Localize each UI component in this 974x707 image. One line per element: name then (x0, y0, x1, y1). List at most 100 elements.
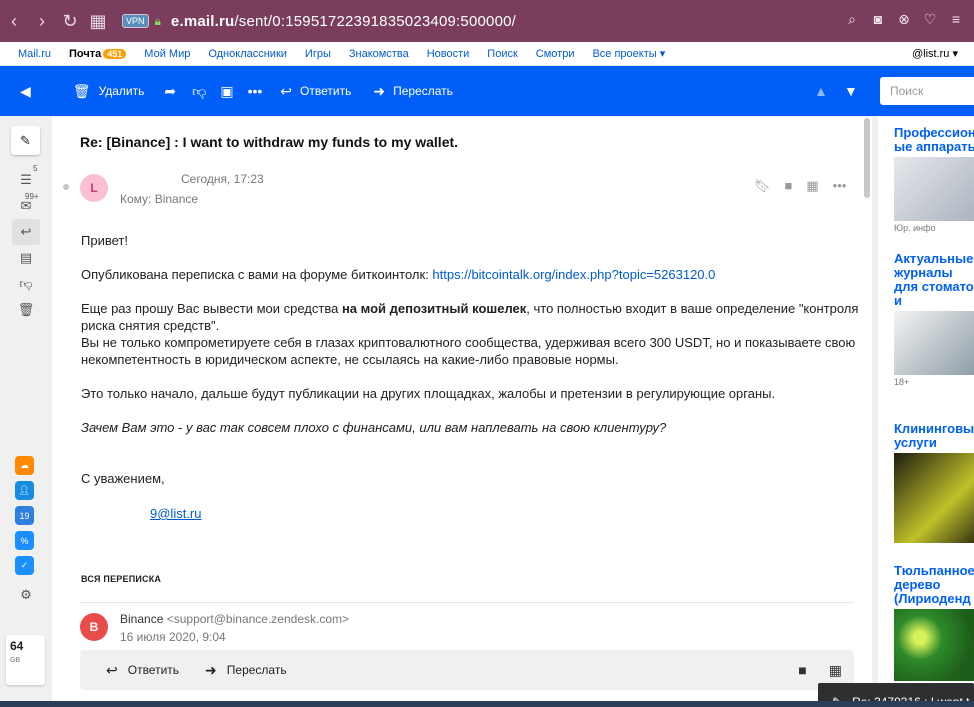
ad-image (894, 453, 974, 543)
portal-link-news[interactable]: Новости (427, 48, 470, 60)
collapse-icon[interactable]: ◀ (20, 83, 31, 100)
cloud-storage-widget[interactable]: 64 GB (6, 635, 45, 685)
portal-link-search[interactable]: Поиск (487, 48, 517, 60)
trash-icon: 🗑︎ (72, 82, 91, 99)
ad-item[interactable]: Тюльпанное дерево (Лириоденд (894, 564, 974, 681)
user-account-menu[interactable]: @list.ru ▾ (912, 47, 958, 60)
portal-link-watch[interactable]: Смотри (536, 48, 575, 60)
message-view: Re: [Binance] : I want to withdraw my fu… (52, 116, 872, 707)
portal-link-games[interactable]: Игры (305, 48, 331, 60)
message-date: Сегодня, 17:23 (181, 172, 264, 186)
forward-button[interactable]: ➜ Переслать (373, 83, 453, 100)
spam-folder-icon[interactable]: 👎︎ (12, 271, 40, 297)
heart-icon[interactable]: ♡ (922, 11, 938, 27)
drafts-icon[interactable]: ▤ (12, 245, 40, 271)
portal-link-mailru[interactable]: Mail.ru (18, 48, 51, 60)
thread-sender[interactable]: Binance <support@binance.zendesk.com> (120, 612, 349, 626)
more-icon[interactable]: ••• (248, 83, 263, 99)
reload-icon[interactable]: ↻ (56, 11, 84, 32)
thread-sender-email: <support@binance.zendesk.com> (166, 612, 350, 626)
ad-image (894, 609, 974, 681)
browser-toolbar: ‹ › ↻ ▦ VPN 🔒︎ e.mail.ru/sent/0:15951722… (0, 0, 974, 42)
back-icon[interactable]: ‹ (0, 11, 28, 32)
more-actions-icon[interactable]: ••• (833, 178, 847, 194)
forum-link[interactable]: https://bitcointalk.org/index.php?topic=… (432, 267, 715, 282)
thread-title: ВСЯ ПЕРЕПИСКА (81, 574, 162, 584)
forum-text: Опубликована переписка с вами на форуме … (81, 267, 433, 282)
disk-unit: GB (10, 657, 21, 664)
spam-icon[interactable]: 👎︎ (192, 83, 206, 100)
vpn-badge[interactable]: VPN (122, 14, 149, 28)
reply-bar-reply-button[interactable]: ↩ Ответить (106, 662, 179, 679)
archive-icon[interactable]: ▣ (220, 83, 233, 100)
compose-pencil-icon[interactable]: ✎ (11, 126, 40, 155)
ad-item[interactable]: Профессион ые аппарать Юр. инфо (894, 126, 974, 233)
ad-item[interactable]: Клининговы услуги (894, 422, 974, 543)
settings-gear-icon[interactable]: ⚙ (12, 582, 40, 608)
cloud-app-icon[interactable]: ☁ (15, 456, 34, 475)
address-bar[interactable]: e.mail.ru/sent/0:15951722391835023409:50… (171, 13, 516, 30)
bookmark-icon[interactable]: 🔖︎ (754, 178, 771, 194)
next-message-icon[interactable]: ▼ (844, 83, 858, 99)
calendar-event-icon[interactable]: ▦ (829, 662, 842, 679)
search-input[interactable]: Поиск (880, 77, 974, 105)
lock-icon: 🔒︎ (154, 13, 161, 28)
reply-folder-icon[interactable]: ↩ (12, 219, 40, 245)
reply-bar: ↩ Ответить ➜ Переслать ■ ▦ (80, 650, 854, 690)
scrollbar[interactable] (864, 118, 870, 198)
forward-label: Переслать (393, 84, 453, 98)
tabs-grid-icon[interactable]: ▦ (84, 11, 112, 32)
reply-bar-extra: ■ ▦ (798, 662, 842, 679)
tasks-app-icon[interactable]: ✓ (15, 556, 34, 575)
forward-arrow-icon: ➜ (205, 661, 217, 678)
camera-icon[interactable]: ◙ (870, 11, 886, 27)
prev-message-icon[interactable]: ▲ (814, 83, 828, 99)
video-call-icon[interactable]: ■ (785, 178, 793, 194)
paragraph-warning: Это только начало, дальше будут публикац… (81, 386, 776, 401)
video-icon[interactable]: ■ (798, 662, 806, 679)
sent-count: 99+ (25, 192, 39, 201)
menu-icon[interactable]: ≡ (948, 11, 964, 27)
portal-link-ok[interactable]: Одноклассники (208, 48, 287, 60)
message-body: Привет! Опубликована переписка с вами на… (81, 232, 861, 504)
ads-column: Профессион ые аппарать Юр. инфо Актуальн… (872, 116, 974, 707)
forward-icon[interactable]: › (28, 11, 56, 32)
request-text-bold: на мой депозитный кошелек (341, 301, 527, 316)
reply-bar-reply-label: Ответить (127, 663, 180, 677)
sender-avatar[interactable]: L (80, 174, 108, 202)
unread-dot-icon[interactable] (63, 184, 69, 190)
greeting: Привет! (81, 233, 128, 248)
ad-image (894, 311, 974, 375)
paragraph-request: Еще раз прошу Вас вывести мои средства н… (81, 300, 861, 368)
calendar-icon[interactable]: ▦ (806, 178, 818, 194)
portal-link-moimir[interactable]: Мой Мир (144, 48, 190, 60)
contacts-app-icon[interactable]: 👤︎ (15, 481, 34, 500)
delete-button[interactable]: 🗑︎ Удалить (73, 83, 145, 100)
portal-link-dating[interactable]: Знакомства (349, 48, 409, 60)
calendar-app-icon[interactable]: 19 (15, 506, 34, 525)
block-icon[interactable]: ⊗ (896, 11, 912, 27)
trash-folder-icon[interactable]: 🗑︎ (12, 297, 40, 323)
disk-size: 64 (10, 639, 24, 653)
ad-title: Профессион ые аппарать (894, 125, 974, 154)
portal-link-all-projects[interactable]: Все проекты ▾ (592, 47, 665, 60)
thread-sender-avatar[interactable]: B (80, 613, 108, 641)
forward-arrow-icon: ➜ (373, 82, 386, 99)
portal-link-mail[interactable]: Почта 451 (69, 48, 127, 60)
ad-image (894, 157, 974, 221)
bonus-app-icon[interactable]: % (15, 531, 34, 550)
reply-bar-forward-button[interactable]: ➜ Переслать (205, 662, 287, 679)
ad-item[interactable]: Актуальные журналы для стомато и 18+ (894, 252, 974, 387)
url-domain: e.mail.ru (170, 12, 235, 30)
signature-email-link[interactable]: 9@list.ru (150, 506, 202, 521)
os-taskbar (0, 701, 974, 707)
portal-nav: Mail.ru Почта 451 Мой Мир Одноклассники И… (0, 42, 974, 66)
ad-title: Клининговы услуги (894, 421, 974, 450)
thread-sender-name: Binance (120, 612, 164, 626)
search-icon[interactable]: ⌕ (844, 11, 860, 27)
reply-button[interactable]: ↩ Ответить (280, 83, 351, 100)
move-icon[interactable]: ➦ (164, 83, 176, 100)
divider (80, 602, 854, 603)
url-path: /sent/0:15951722391835023409:500000/ (234, 12, 517, 30)
request-text-a: Еще раз прошу Вас вывести мои средства (81, 301, 342, 316)
